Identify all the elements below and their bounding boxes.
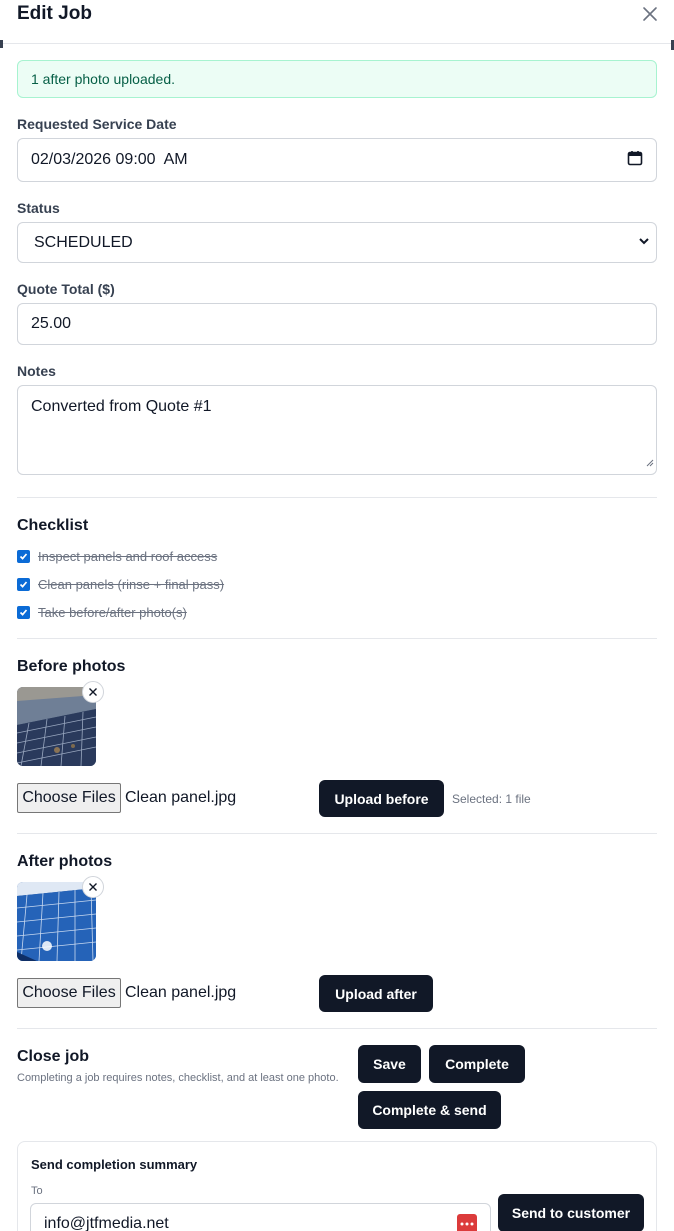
checklist-item-label: Inspect panels and roof access [38, 549, 218, 564]
chevron-down-icon [638, 234, 650, 252]
close-icon [88, 879, 98, 895]
divider [17, 833, 657, 834]
notes-value: Converted from Quote #1 [31, 398, 212, 415]
to-email-value: info@jtfmedia.net [44, 1215, 169, 1231]
to-email-input[interactable]: info@jtfmedia.net [30, 1203, 491, 1231]
checkbox-checked[interactable] [17, 550, 30, 563]
dialog-title: Edit Job [17, 3, 92, 24]
selected-file-name: Clean panel.jpg [125, 984, 237, 1001]
close-icon[interactable] [640, 4, 660, 24]
save-button[interactable]: Save [358, 1045, 421, 1083]
send-to-customer-button[interactable]: Send to customer [498, 1194, 644, 1231]
choose-files-button[interactable]: Choose Files [17, 978, 121, 1008]
status-select[interactable]: SCHEDULED [17, 222, 657, 263]
password-manager-icon[interactable] [457, 1214, 477, 1231]
service-date-value: 02/03/2026 09:00 AM [31, 151, 188, 168]
checklist-title: Checklist [17, 517, 89, 534]
checkbox-checked[interactable] [17, 578, 30, 591]
after-photos-title: After photos [17, 853, 113, 870]
complete-button[interactable]: Complete [429, 1045, 525, 1083]
notes-label: Notes [17, 363, 56, 379]
checklist-item[interactable]: Inspect panels and roof access [17, 549, 217, 564]
background-edge [0, 40, 3, 48]
checklist-item[interactable]: Clean panels (rinse + final pass) [17, 577, 224, 592]
service-date-input[interactable]: 02/03/2026 09:00 AM [17, 138, 657, 182]
remove-photo-button[interactable] [82, 876, 104, 898]
notes-textarea[interactable]: Converted from Quote #1 [17, 385, 657, 475]
completion-summary-card: Send completion summary To info@jtfmedia… [17, 1141, 657, 1231]
service-date-label: Requested Service Date [17, 116, 177, 132]
close-job-title: Close job [17, 1048, 90, 1065]
dialog-header: Edit Job [0, 0, 674, 44]
complete-and-send-button[interactable]: Complete & send [358, 1091, 501, 1129]
checklist-item[interactable]: Take before/after photo(s) [17, 605, 187, 620]
checkbox-checked[interactable] [17, 606, 30, 619]
divider [17, 497, 657, 498]
close-job-help: Completing a job requires notes, checkli… [17, 1072, 339, 1084]
completion-summary-title: Send completion summary [31, 1157, 198, 1172]
resize-handle-icon[interactable] [646, 454, 654, 472]
success-alert: 1 after photo uploaded. [17, 60, 657, 98]
divider [17, 1028, 657, 1029]
calendar-icon[interactable] [627, 150, 643, 171]
upload-before-button[interactable]: Upload before [319, 780, 444, 817]
checklist-item-label: Take before/after photo(s) [38, 605, 187, 620]
remove-photo-button[interactable] [82, 681, 104, 703]
to-label: To [31, 1185, 43, 1197]
checklist-item-label: Clean panels (rinse + final pass) [38, 577, 225, 592]
choose-files-button[interactable]: Choose Files [17, 783, 121, 813]
selected-count: Selected: 1 file [452, 792, 531, 806]
status-value: SCHEDULED [34, 233, 133, 251]
quote-total-value: 25.00 [31, 315, 72, 332]
upload-after-button[interactable]: Upload after [319, 975, 433, 1012]
selected-file-name: Clean panel.jpg [125, 789, 237, 806]
status-label: Status [17, 200, 60, 216]
before-photos-title: Before photos [17, 658, 126, 675]
quote-total-label: Quote Total ($) [17, 281, 115, 297]
close-icon [88, 684, 98, 700]
quote-total-input[interactable]: 25.00 [17, 303, 657, 345]
divider [17, 638, 657, 639]
